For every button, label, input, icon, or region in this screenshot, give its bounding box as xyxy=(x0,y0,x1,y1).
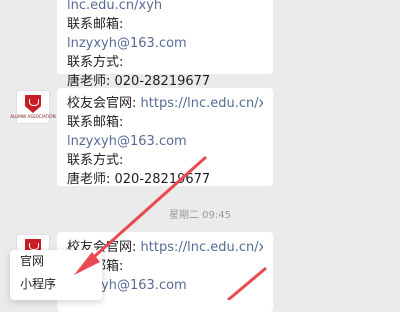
email-label: 联系邮箱: xyxy=(67,17,124,32)
contact-label: 联系方式: xyxy=(67,153,124,168)
website-link[interactable]: https://lnc.edu.cn/xyh xyxy=(141,240,263,255)
avatar-org-text: ALUMNI ASSOCIATION xyxy=(10,114,56,119)
timestamp: 星期二 09:45 xyxy=(169,210,231,221)
message-bubble[interactable]: 校友会官网: https://lnc.edu.cn/xyh 联系邮箱: lnzy… xyxy=(57,88,273,187)
message-line-cut: lnc.edu.cn/xyh xyxy=(67,0,263,15)
phone-line: 唐老师: 020-28219677 xyxy=(67,172,211,187)
contact-label: 联系方式: xyxy=(67,55,124,70)
message-bubble[interactable]: lnc.edu.cn/xyh 联系邮箱: lnzyxyh@163.com 联系方… xyxy=(57,0,273,89)
menu-item-mini-program[interactable]: 小程序 xyxy=(10,273,102,296)
shield-logo-icon xyxy=(25,95,41,113)
email-link[interactable]: lnzyxyh@163.com xyxy=(67,34,263,53)
alumni-avatar[interactable]: ALUMNI ASSOCIATION xyxy=(10,90,56,124)
website-link[interactable]: https://lnc.edu.cn/xyh xyxy=(141,96,263,111)
email-label: 联系邮箱: xyxy=(67,115,124,130)
popup-menu: 官网 小程序 xyxy=(10,250,102,300)
menu-item-website[interactable]: 官网 xyxy=(10,250,102,273)
website-label: 校友会官网: xyxy=(67,96,141,111)
website-link-partial[interactable]: lnc.edu.cn/xyh xyxy=(67,0,162,13)
website-line: 校友会官网: https://lnc.edu.cn/xyh xyxy=(67,94,263,113)
email-link[interactable]: lnzyxyh@163.com xyxy=(67,132,263,151)
